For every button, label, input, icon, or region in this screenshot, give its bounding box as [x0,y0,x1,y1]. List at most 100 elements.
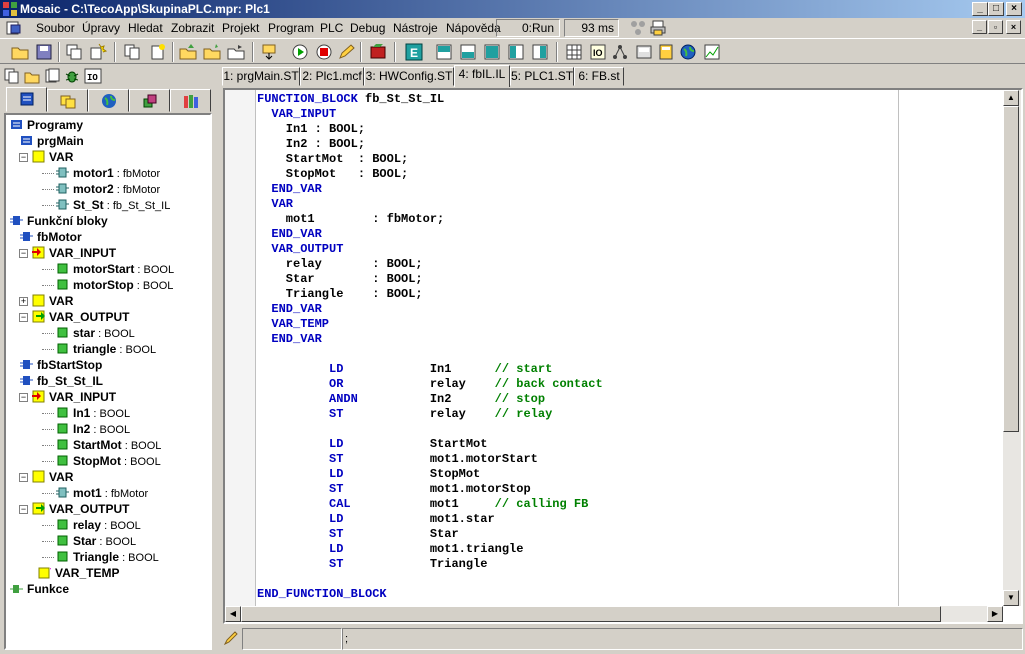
layout-2-icon[interactable] [458,42,478,62]
code-line[interactable]: END_VAR [257,332,603,347]
code-editor[interactable]: FUNCTION_BLOCK fb_St_St_IL VAR_INPUT In1… [223,88,1023,624]
vertical-scrollbar[interactable]: ▲ ▼ [1003,90,1021,606]
expand-icon[interactable]: + [19,297,28,306]
menu-zobrazit[interactable]: Zobrazit [171,21,214,35]
tree-item[interactable]: In1 : BOOL [6,405,206,421]
code-line[interactable]: Triangle : BOOL; [257,287,603,302]
code-line[interactable] [257,422,603,437]
debug-pencil-icon[interactable] [336,42,356,62]
collapse-icon[interactable]: − [19,249,28,258]
tree-item[interactable]: − VAR_OUTPUT [6,501,206,517]
stop-icon[interactable] [314,42,334,62]
tab-fbil[interactable]: 4: fbIL.IL [454,65,510,87]
tree-item[interactable]: VAR_TEMP [6,565,206,581]
code-line[interactable]: In2 : BOOL; [257,137,603,152]
files-tab-icon[interactable] [47,89,88,112]
layout-4-icon[interactable] [506,42,526,62]
pane-splitter[interactable] [218,64,222,654]
mdi-minimize-icon[interactable]: _ [972,20,987,34]
layout-3-icon[interactable] [482,42,502,62]
code-line[interactable]: END_VAR [257,182,603,197]
code-line[interactable]: StartMot : BOOL; [257,152,603,167]
code-line[interactable]: LD mot1.star [257,512,603,527]
folder-add-icon[interactable] [202,42,222,62]
bug-icon[interactable] [64,68,80,84]
code-line[interactable] [257,572,603,587]
code-line[interactable]: ANDN In2 // stop [257,392,603,407]
tree-item[interactable]: In2 : BOOL [6,421,206,437]
code-line[interactable]: END_VAR [257,227,603,242]
copy-windows-icon[interactable] [64,42,84,62]
tree-item[interactable]: fb_St_St_IL [6,373,206,389]
tree-item[interactable]: − VAR_INPUT [6,389,206,405]
calculator-icon[interactable] [656,42,676,62]
menu-projekt[interactable]: Projekt [222,21,259,35]
library-tab-icon[interactable] [170,89,211,112]
code-text[interactable]: FUNCTION_BLOCK fb_St_St_IL VAR_INPUT In1… [257,92,603,602]
globe-icon[interactable] [678,42,698,62]
build-icon[interactable] [368,42,388,62]
code-line[interactable]: mot1 : fbMotor; [257,212,603,227]
tree-item[interactable]: star : BOOL [6,325,206,341]
scroll-down-icon[interactable]: ▼ [1003,590,1019,606]
network-icon[interactable] [610,42,630,62]
code-line[interactable]: FUNCTION_BLOCK fb_St_St_IL [257,92,603,107]
stack-icon[interactable] [44,68,60,84]
scroll-up-icon[interactable]: ▲ [1003,90,1019,106]
code-line[interactable]: ST mot1.motorStop [257,482,603,497]
scroll-right-icon[interactable]: ▶ [987,606,1003,622]
vertical-scroll-thumb[interactable] [1003,106,1019,432]
code-line[interactable]: VAR_INPUT [257,107,603,122]
run-icon[interactable] [290,42,310,62]
collapse-icon[interactable]: − [19,393,28,402]
objects-tab-icon[interactable] [129,89,170,112]
tree-item[interactable]: Funkční bloky [6,213,206,229]
maximize-icon[interactable]: □ [988,2,1004,16]
grid-icon[interactable] [564,42,584,62]
tree-item[interactable]: fbMotor [6,229,206,245]
tree-item[interactable]: motor2 : fbMotor [6,181,206,197]
tree-item[interactable]: motor1 : fbMotor [6,165,206,181]
collapse-icon[interactable]: − [19,473,28,482]
tree-item[interactable]: prgMain [6,133,206,149]
tab-fb-st[interactable]: 6: FB.st [574,67,624,86]
code-line[interactable]: In1 : BOOL; [257,122,603,137]
tab-plc1-mcf[interactable]: 2: Plc1.mcf [300,67,364,86]
menu-hledat[interactable]: Hledat [128,21,163,35]
code-line[interactable]: ST mot1.motorStart [257,452,603,467]
tree-item[interactable]: fbStartStop [6,357,206,373]
tree-item[interactable]: StopMot : BOOL [6,453,206,469]
code-line[interactable]: CAL mot1 // calling FB [257,497,603,512]
copy-icon[interactable] [122,42,142,62]
code-line[interactable]: VAR [257,197,603,212]
horizontal-scrollbar[interactable]: ◀ ▶ [225,606,1003,622]
tab-plc1-st[interactable]: 5: PLC1.ST [510,67,574,86]
menu-nastroje[interactable]: Nástroje [393,21,438,35]
tree-item[interactable]: relay : BOOL [6,517,206,533]
pages-icon[interactable] [4,68,20,84]
code-line[interactable]: LD In1 // start [257,362,603,377]
save-icon[interactable] [34,42,54,62]
layout-5-icon[interactable] [530,42,550,62]
layout-1-icon[interactable] [434,42,454,62]
code-line[interactable]: StopMot : BOOL; [257,167,603,182]
tree-item[interactable]: − VAR [6,469,206,485]
code-line[interactable] [257,347,603,362]
collapse-icon[interactable]: − [19,153,28,162]
collapse-icon[interactable]: − [19,505,28,514]
code-line[interactable]: LD StopMot [257,467,603,482]
tree-item[interactable]: mot1 : fbMotor [6,485,206,501]
e-mark-icon[interactable]: E [404,42,424,62]
minimize-icon[interactable]: _ [972,2,988,16]
io-icon[interactable]: IO [588,42,608,62]
code-line[interactable]: END_VAR [257,302,603,317]
code-line[interactable]: LD StartMot [257,437,603,452]
folder-page-icon[interactable] [24,68,40,84]
horizontal-scroll-thumb[interactable] [241,606,941,622]
menu-soubor[interactable]: Soubor [36,21,75,35]
collapse-icon[interactable]: − [19,313,28,322]
tree-item[interactable]: motorStart : BOOL [6,261,206,277]
i-o-icon[interactable]: IO [84,68,102,84]
tab-prgmain[interactable]: 1: prgMain.ST [222,67,300,86]
tree-item[interactable]: StartMot : BOOL [6,437,206,453]
